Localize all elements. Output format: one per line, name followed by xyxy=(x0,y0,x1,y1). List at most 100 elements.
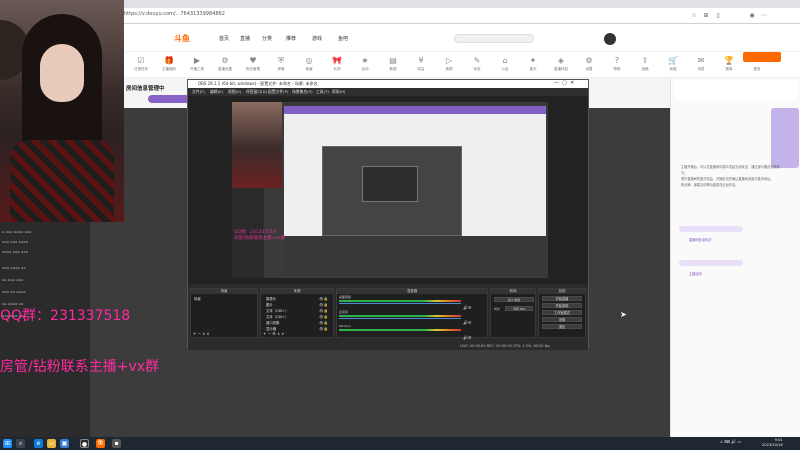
scene-item[interactable]: 场景 xyxy=(194,296,201,301)
left-menu-row[interactable]: ▪▪ ▪▪▪ ▪▪▪ xyxy=(2,278,23,282)
start-recording-button[interactable]: 开始录制 xyxy=(542,303,582,308)
tool-item[interactable]: ★ 活动 xyxy=(352,55,378,77)
start-streaming-button[interactable]: 开始直播 xyxy=(542,296,582,301)
tool-label: 直播伴侣 xyxy=(554,67,568,71)
volume-slider[interactable] xyxy=(339,303,461,304)
menu-scene-collection[interactable]: 场景集合(S) xyxy=(292,89,313,95)
tool-item[interactable]: 🏆 赛事 xyxy=(716,55,742,77)
sources-dock-title: 来源 xyxy=(261,289,333,294)
menu-tools[interactable]: 工具(T) xyxy=(316,89,329,95)
douyu-icon[interactable]: 鱼 xyxy=(96,439,105,448)
tool-item[interactable]: ♥ 粉丝管理 xyxy=(240,55,266,77)
tool-item[interactable]: ▶ 开播工具 xyxy=(184,55,210,77)
source-item[interactable]: 图片 xyxy=(266,302,273,307)
tool-item[interactable]: ◎ 鱼塘 xyxy=(296,55,322,77)
chip-interaction[interactable]: 直播间互动玩法 xyxy=(679,226,743,242)
app-icon[interactable]: ▪ xyxy=(112,439,121,448)
taskbar-clock[interactable]: 9:01 2023/10/16 xyxy=(762,438,783,448)
menu-view[interactable]: 视图(V) xyxy=(228,89,241,95)
obs-title-text: OBS 29.1.1 (64-bit, windows) - 配置文件: 未命名… xyxy=(198,81,318,86)
nav-home[interactable]: 首页 xyxy=(219,35,229,42)
controls-dock: 控制 开始直播 开始录制 工作室模式 设置 退出 xyxy=(538,288,586,338)
menu-help[interactable]: 帮助(H) xyxy=(332,89,345,95)
edge-icon[interactable]: e xyxy=(34,439,43,448)
audio-meter xyxy=(339,329,461,331)
left-menu-row[interactable]: ▪▪▪ ▪▪ ▪▪▪▪ xyxy=(2,290,26,294)
tool-item[interactable]: ▤ 数据 xyxy=(380,55,406,77)
left-menu-row[interactable]: ▪▪▪▪ ▪▪▪ ▪▪▪ xyxy=(2,250,28,254)
obs-menu-bar: 文件(F) 编辑(E) 视图(V) 停靠窗口(D) 配置文件(P) 场景集合(S… xyxy=(188,88,588,96)
menu-profile[interactable]: 配置文件(P) xyxy=(268,89,288,95)
nav-category[interactable]: 分类 xyxy=(262,35,272,42)
source-add-remove-buttons[interactable]: + − ⚙ ∧ ∨ xyxy=(263,331,284,336)
nav-yuba[interactable]: 鱼吧 xyxy=(338,35,348,42)
tool-item[interactable]: ⇪ 投稿 xyxy=(632,55,658,77)
source-item[interactable]: 文本（GDI+） xyxy=(266,308,289,313)
profile-icon[interactable]: ◉ xyxy=(748,12,756,20)
studio-mode-button[interactable]: 工作室模式 xyxy=(542,310,582,315)
tool-item[interactable]: 🛒 商城 xyxy=(660,55,686,77)
search-input[interactable] xyxy=(454,34,534,43)
tool-label: 商城 xyxy=(669,67,677,71)
tool-item[interactable]: ☑ 日常任务 xyxy=(128,55,154,77)
tool-item[interactable]: ⚙ 设置 xyxy=(576,55,602,77)
avatar[interactable] xyxy=(604,33,616,45)
tool-item[interactable]: 🎁 主播福利 xyxy=(156,55,182,77)
obs-preview[interactable]: QQ群：231337518 房管/钻粉联系主播+vx群 xyxy=(188,96,588,284)
star-icon[interactable]: ☆ xyxy=(690,12,698,20)
window-controls[interactable]: — ▢ ✕ xyxy=(554,80,574,86)
preview-webcam xyxy=(232,102,282,188)
menu-edit[interactable]: 编辑(E) xyxy=(210,89,223,95)
site-header: 斗鱼 首页 直播 分类 推荐 游戏 鱼吧 xyxy=(124,24,800,52)
tool-item[interactable]: ▷ 视频 xyxy=(436,55,462,77)
tool-item[interactable]: ✦ 星光 xyxy=(520,55,546,77)
source-item[interactable]: 摄像头 xyxy=(266,296,276,301)
rp-line: 主播开播后，可以在直播间向观众发起互动玩法，通过观众赠送礼物参与， xyxy=(681,165,780,175)
left-menu-row[interactable]: ▪▪▪ ▪▪▪ ▪▪▪▪ xyxy=(2,240,28,244)
left-menu-row[interactable]: ▪ ▪▪▪ ▪▪▪▪ ▪▪▪ xyxy=(2,230,31,234)
scene-add-remove-buttons[interactable]: + − ∧ ∨ xyxy=(193,331,209,336)
tool-item[interactable]: ¥ 收益 xyxy=(408,55,434,77)
more-icon[interactable]: ⋯ xyxy=(760,12,768,20)
tool-item[interactable]: ✎ 动态 xyxy=(464,55,490,77)
nav-live[interactable]: 直播 xyxy=(240,35,250,42)
mute-settings-icons[interactable]: 🔊⚙ 🔊⚙ 🔊⚙ xyxy=(463,300,472,345)
tool-item[interactable]: ? 帮助 xyxy=(604,55,630,77)
tool-item[interactable]: ⛨ 房管 xyxy=(268,55,294,77)
menu-docks[interactable]: 停靠窗口(D) xyxy=(246,89,267,95)
obs-icon[interactable]: ● xyxy=(80,439,89,448)
transitions-dock-title: 转场 xyxy=(491,289,535,294)
obs-title-bar[interactable]: OBS 29.1.1 (64-bit, windows) - 配置文件: 未命名… xyxy=(188,80,588,88)
transition-select[interactable]: 淡入淡出 xyxy=(494,297,534,302)
visibility-lock-icons[interactable]: 👁🔒 👁🔒 👁🔒 👁🔒 👁🔒 👁🔒 xyxy=(319,296,328,332)
folder-icon[interactable]: ▭ xyxy=(47,439,56,448)
volume-slider[interactable] xyxy=(339,318,461,319)
tool-item[interactable]: ⌂ 公会 xyxy=(492,55,518,77)
site-logo[interactable]: 斗鱼 xyxy=(174,33,190,44)
side-floating-panel[interactable] xyxy=(771,108,799,168)
store-icon[interactable]: ▣ xyxy=(60,439,69,448)
tool-item[interactable]: ◈ 直播伴侣 xyxy=(548,55,574,77)
nav-game[interactable]: 游戏 xyxy=(312,35,322,42)
menu-file[interactable]: 文件(F) xyxy=(192,89,205,95)
source-item[interactable]: 窗口采集 xyxy=(266,320,280,325)
tool-item[interactable]: ✉ 消息 xyxy=(688,55,714,77)
duration-input[interactable]: 300 ms xyxy=(505,306,533,311)
source-label: 文本（GDI+） xyxy=(266,315,289,319)
start-live-button[interactable] xyxy=(743,52,781,62)
settings-button[interactable]: 设置 xyxy=(542,317,582,322)
system-tray[interactable]: ∧ ⌨ 🔊 ▭ xyxy=(720,439,741,444)
sidebar-icon[interactable]: ▯ xyxy=(714,12,722,20)
extension-icon[interactable]: ⊞ xyxy=(702,12,710,20)
tool-item[interactable]: ⚙ 直播设置 xyxy=(212,55,238,77)
chip-activity[interactable]: 主播活动 xyxy=(679,260,743,276)
url-text[interactable]: https://v.douyu.com/...76431339984862 xyxy=(124,11,225,17)
windows-icon[interactable]: ⊞ xyxy=(3,439,12,448)
tool-item[interactable]: 🎀 礼物 xyxy=(324,55,350,77)
tool-icon: ✦ xyxy=(529,56,537,65)
exit-button[interactable]: 退出 xyxy=(542,324,582,329)
left-menu-row[interactable]: ▪▪▪ ▪▪▪▪ ▪▪ xyxy=(2,266,26,270)
search-icon[interactable]: ⌕ xyxy=(16,439,25,448)
nav-recommend[interactable]: 推荐 xyxy=(286,35,296,42)
source-item[interactable]: 文本（GDI+） xyxy=(266,314,289,319)
